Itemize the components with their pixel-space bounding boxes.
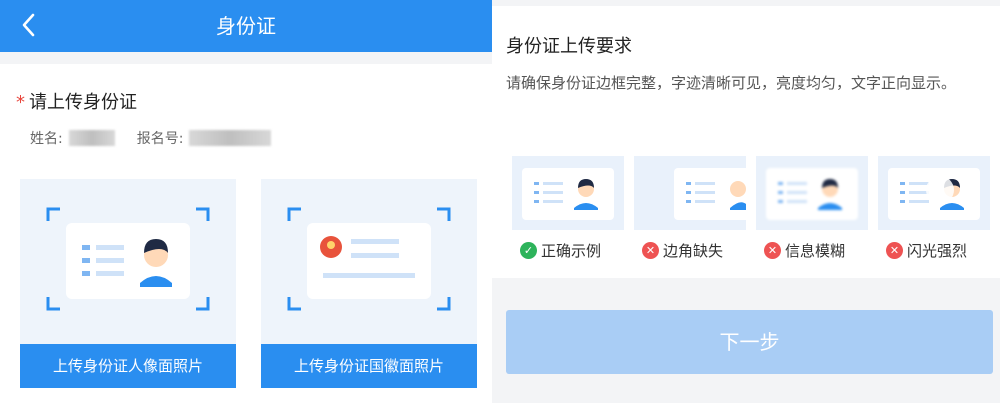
requirements-panel: 身份证上传要求 请确保身份证边框完整，字迹清晰可见，亮度均匀，文字正向显示。 ✓… bbox=[492, 0, 1000, 403]
upload-card: * 请上传身份证 姓名: 报名号: 上传身份证人像面照片 上传身份证国徽面照片 bbox=[0, 64, 492, 403]
required-mark: * bbox=[16, 92, 25, 113]
sample-glare-image bbox=[878, 156, 990, 230]
check-icon: ✓ bbox=[520, 242, 537, 259]
sample-correct-image bbox=[512, 156, 624, 230]
requirements-description: 请确保身份证边框完整，字迹清晰可见，亮度均匀，文字正向显示。 bbox=[506, 74, 957, 92]
id-sample-cropped bbox=[674, 168, 746, 220]
sample-label-text: 边角缺失 bbox=[663, 242, 724, 260]
upload-front-button[interactable]: 上传身份证人像面照片 bbox=[20, 344, 236, 388]
navbar: 身份证 bbox=[0, 0, 492, 52]
name-value-redacted bbox=[68, 130, 115, 146]
sample-corner-missing-image bbox=[634, 156, 746, 230]
requirements-card: 身份证上传要求 请确保身份证边框完整，字迹清晰可见，亮度均匀，文字正向显示。 ✓… bbox=[492, 6, 1000, 278]
error-icon: ✕ bbox=[642, 242, 659, 259]
sample-label-text: 正确示例 bbox=[541, 242, 602, 260]
error-icon: ✕ bbox=[886, 242, 903, 259]
upload-heading-text: 请上传身份证 bbox=[29, 92, 137, 113]
sample-label-correct: ✓ 正确示例 bbox=[520, 240, 601, 261]
id-sample-blurry bbox=[766, 168, 858, 220]
page-title: 身份证 bbox=[216, 14, 276, 38]
error-icon: ✕ bbox=[764, 242, 781, 259]
sample-label-text: 信息模糊 bbox=[785, 242, 846, 260]
id-back-illustration bbox=[287, 207, 451, 311]
sample-label-glare: ✕ 闪光强烈 bbox=[886, 240, 967, 261]
candidate-info: 姓名: 报名号: bbox=[30, 128, 272, 148]
id-front-illustration bbox=[46, 207, 210, 311]
sample-label-corner-missing: ✕ 边角缺失 bbox=[642, 240, 723, 261]
id-sample-correct bbox=[522, 168, 614, 220]
upload-back-button[interactable]: 上传身份证国徽面照片 bbox=[261, 344, 477, 388]
next-step-button[interactable]: 下一步 bbox=[506, 310, 993, 374]
sample-blurry-image bbox=[756, 156, 868, 230]
upload-back-box[interactable]: 上传身份证国徽面照片 bbox=[261, 179, 477, 388]
upload-front-box[interactable]: 上传身份证人像面照片 bbox=[20, 179, 236, 388]
upload-panel: 身份证 * 请上传身份证 姓名: 报名号: 上传身份证人像面照片 上传身份证国徽… bbox=[0, 0, 492, 403]
reg-no-label: 报名号: bbox=[136, 131, 184, 147]
requirements-title: 身份证上传要求 bbox=[506, 36, 632, 57]
name-label: 姓名: bbox=[30, 131, 63, 147]
sample-label-blurry: ✕ 信息模糊 bbox=[764, 240, 845, 261]
upload-heading: * 请上传身份证 bbox=[16, 88, 137, 114]
id-sample-glare bbox=[888, 168, 980, 220]
sample-label-text: 闪光强烈 bbox=[907, 242, 968, 260]
reg-no-value-redacted bbox=[189, 130, 272, 146]
